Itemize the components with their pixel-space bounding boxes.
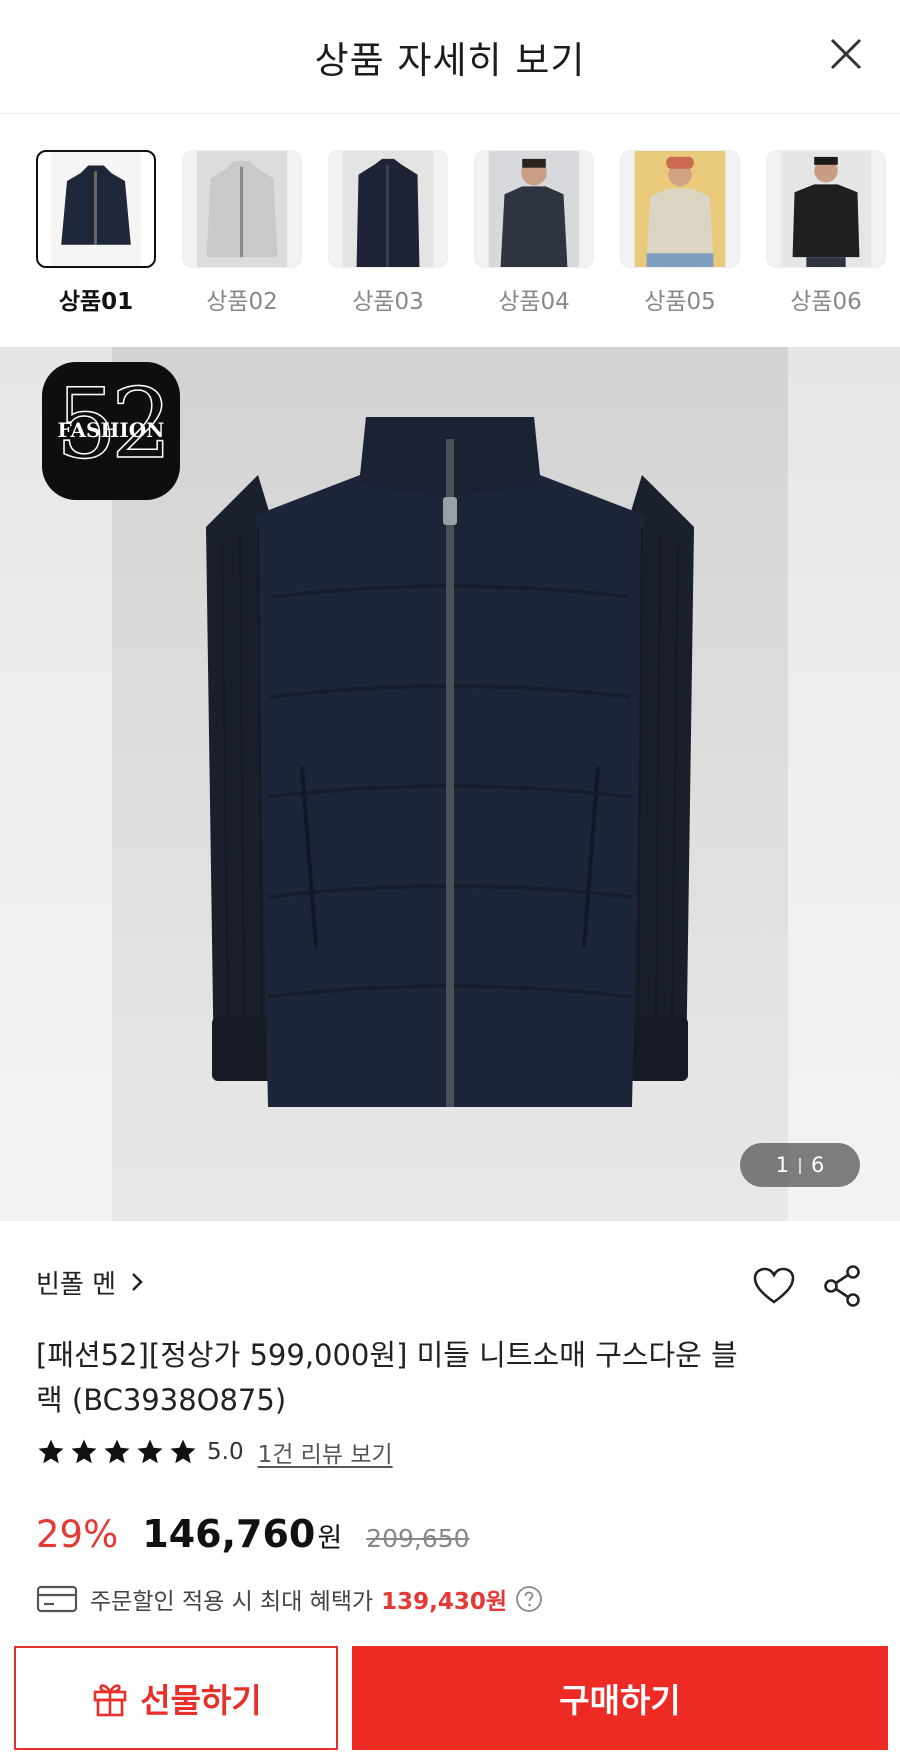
share-icon[interactable] (822, 1264, 862, 1308)
chevron-right-icon (132, 1273, 143, 1291)
thumbnail-image (182, 150, 302, 268)
thumbnail-item-6[interactable]: 상품06 (766, 150, 886, 316)
price-row: 29% 146,760 원 209,650 (36, 1512, 470, 1568)
thumbnail-image (474, 150, 594, 268)
close-icon[interactable] (822, 30, 870, 78)
product-title: [패션52][정상가 599,000원] 미들 니트소매 구스다운 블랙 (BC… (36, 1338, 738, 1417)
star-icon (71, 1439, 97, 1464)
thumbnail-label: 상품02 (206, 289, 278, 315)
buy-button-label: 구매하기 (559, 1681, 681, 1720)
rating-stars (36, 1437, 201, 1467)
review-link[interactable]: 1건 리뷰 보기 (258, 1435, 393, 1469)
thumbnail-label: 상품05 (644, 289, 716, 315)
star-icon (104, 1439, 130, 1464)
logo-word: FASHION (57, 418, 165, 442)
thumbnail-strip: 상품01 상품02 상품03 상품04 상품05 상품06 (0, 114, 900, 346)
image-pager: 16 (740, 1143, 860, 1187)
thumbnail-item-4[interactable]: 상품04 (474, 150, 594, 316)
star-icon (38, 1439, 64, 1464)
gift-button-label: 선물하기 (140, 1681, 262, 1720)
benefit-row: 주문할인 적용 시 최대 혜택가 139,430원 (36, 1581, 543, 1617)
brand-name: 빈폴 멘 (36, 1270, 117, 1300)
thumbnail-image (328, 150, 448, 268)
star-icon (170, 1439, 196, 1464)
rating-row: 5.0 1건 리뷰 보기 (36, 1435, 393, 1469)
thumbnail-item-5[interactable]: 상품05 (620, 150, 740, 316)
pager-separator (799, 1158, 801, 1174)
brand-logo: 52 FASHION (42, 362, 180, 500)
pager-total: 6 (811, 1153, 825, 1177)
thumbnail-item-3[interactable]: 상품03 (328, 150, 448, 316)
brand-link[interactable]: 빈폴 멘 (36, 1264, 144, 1301)
original-price: 209,650 (366, 1524, 470, 1553)
buy-button[interactable]: 구매하기 (352, 1646, 888, 1750)
discount-rate: 29% (36, 1513, 119, 1556)
currency-unit: 원 (317, 1523, 343, 1554)
pager-current: 1 (775, 1153, 789, 1177)
gift-icon (93, 1684, 127, 1717)
thumbnail-label: 상품03 (352, 289, 424, 315)
thumbnail-item-2[interactable]: 상품02 (182, 150, 302, 316)
page-title: 상품 자세히 보기 (314, 39, 586, 82)
header: 상품 자세히 보기 (0, 0, 900, 114)
product-image[interactable]: 52 FASHION 16 (0, 347, 900, 1221)
thumbnail-image (620, 150, 740, 268)
gift-button[interactable]: 선물하기 (14, 1646, 338, 1750)
thumbnail-image (766, 150, 886, 268)
thumbnail-label: 상품06 (790, 289, 862, 315)
thumbnail-label: 상품01 (58, 289, 134, 315)
rating-value: 5.0 (207, 1439, 244, 1465)
thumbnail-image (36, 150, 156, 268)
thumbnail-label: 상품04 (498, 289, 570, 315)
heart-icon[interactable] (752, 1266, 796, 1306)
card-icon (36, 1585, 78, 1613)
sale-price: 146,760 (142, 1512, 316, 1556)
benefit-amount: 139,430원 (381, 1589, 508, 1615)
star-icon (137, 1439, 163, 1464)
help-icon[interactable] (515, 1585, 543, 1613)
thumbnail-item-1[interactable]: 상품01 (36, 150, 156, 316)
benefit-text: 주문할인 적용 시 최대 혜택가 (90, 1589, 374, 1615)
